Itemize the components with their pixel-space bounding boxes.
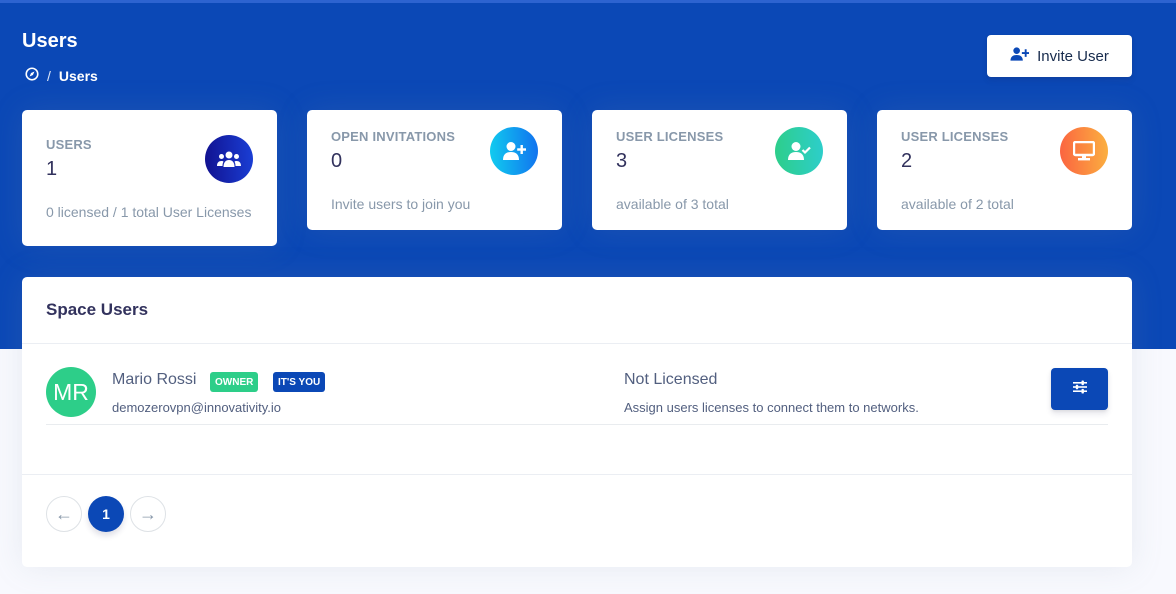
pagination-page-1[interactable]: 1	[88, 496, 124, 532]
stat-subtext: 0 licensed / 1 total User Licenses	[46, 204, 252, 220]
stat-value: 3	[616, 150, 628, 172]
avatar: MR	[46, 367, 96, 417]
stat-subtext: available of 2 total	[901, 196, 1014, 212]
compass-icon[interactable]	[25, 67, 39, 84]
space-users-panel: Space Users MR Mario Rossi OWNER IT'S YO…	[22, 277, 1132, 567]
user-settings-button[interactable]	[1051, 368, 1108, 410]
pagination-prev-button[interactable]: ←	[46, 496, 82, 532]
license-hint: Assign users licenses to connect them to…	[624, 400, 919, 415]
stat-label: USER LICENSES	[901, 129, 1009, 144]
stat-card-open-invitations: OPEN INVITATIONS 0 Invite users to join …	[307, 110, 562, 230]
stat-label: OPEN INVITATIONS	[331, 129, 456, 144]
stat-value: 0	[331, 150, 343, 172]
user-check-icon	[775, 127, 823, 175]
its-you-badge: IT'S YOU	[273, 372, 326, 392]
user-name: Mario Rossi	[112, 371, 197, 388]
stat-card-users: USERS 1 0 licensed / 1 total User Licens…	[22, 110, 277, 246]
pagination-next-button[interactable]: →	[130, 496, 166, 532]
stat-card-device-licenses: USER LICENSES 2 available of 2 total	[877, 110, 1132, 230]
user-email: demozerovpn@innovativity.io	[112, 400, 282, 415]
user-plus-icon	[490, 127, 538, 175]
user-plus-icon	[1010, 46, 1030, 66]
invite-user-button[interactable]: Invite User	[987, 35, 1132, 77]
stat-label: USERS	[46, 137, 92, 152]
stat-subtext: Invite users to join you	[331, 196, 471, 212]
stat-label: USER LICENSES	[616, 129, 724, 144]
breadcrumb: / Users	[25, 67, 98, 84]
stat-card-user-licenses: USER LICENSES 3 available of 3 total	[592, 110, 847, 230]
breadcrumb-current: Users	[58, 67, 98, 84]
breadcrumb-separator: /	[47, 67, 51, 84]
page-title: Users	[22, 30, 78, 52]
invite-user-label: Invite User	[1037, 47, 1109, 65]
monitor-icon	[1060, 127, 1108, 175]
users-icon	[205, 135, 253, 183]
stat-value: 2	[901, 150, 913, 172]
stat-value: 1	[46, 158, 58, 180]
panel-title: Space Users	[22, 277, 1132, 344]
owner-badge: OWNER	[210, 372, 259, 392]
license-status: Not Licensed	[624, 371, 718, 388]
stat-subtext: available of 3 total	[616, 196, 729, 212]
table-row: MR Mario Rossi OWNER IT'S YOU demozerovp…	[46, 367, 1108, 425]
sliders-icon	[1072, 380, 1088, 399]
panel-divider	[22, 474, 1132, 475]
